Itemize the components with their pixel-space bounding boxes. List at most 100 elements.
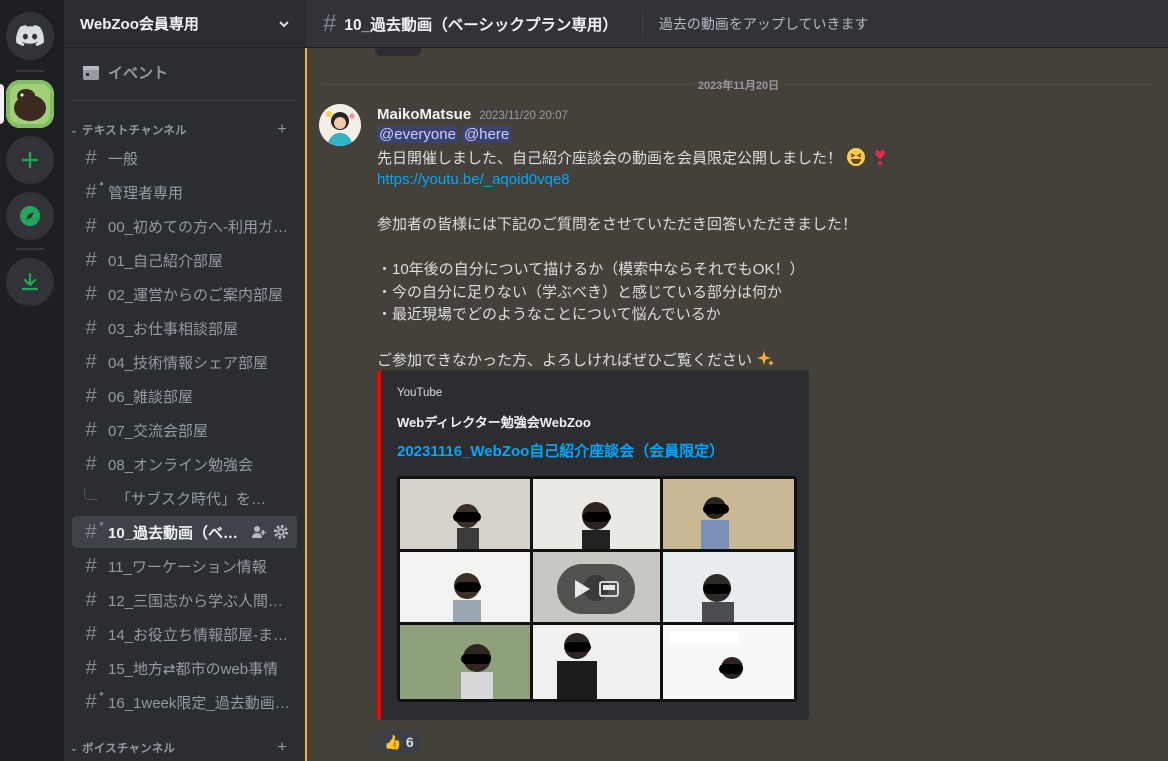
hash-icon: # <box>85 656 97 679</box>
gear-icon[interactable] <box>273 524 289 540</box>
mentions-line: @everyone @here <box>377 124 1137 147</box>
webzoo-server-button[interactable] <box>6 80 54 128</box>
bullet-text: ・最近現場でどのようなことについて悩んでいるか <box>377 306 721 323</box>
locked-hash-icon: # <box>323 9 337 37</box>
channel-item[interactable]: #03_お仕事相談部屋 <box>72 312 297 344</box>
embed-author[interactable]: Webディレクター勉強会WebZoo <box>397 412 591 431</box>
popout-icon <box>599 581 619 597</box>
rail-separator <box>16 70 44 72</box>
bullet-line: ・10年後の自分について描けるか（模索中ならそれでもOK！） <box>377 259 1137 282</box>
events-item[interactable]: イベント <box>72 56 297 88</box>
date-label: 2023年11月20日 <box>693 77 784 93</box>
hash-icon: # <box>85 384 97 407</box>
play-button[interactable] <box>557 564 635 614</box>
create-channel-icon[interactable]: + <box>277 121 287 139</box>
plus-icon <box>21 151 39 169</box>
add-server-button[interactable] <box>6 136 54 184</box>
caret-down-icon: ⌄ <box>70 124 78 135</box>
bullet-line: ・最近現場でどのようなことについて悩んでいるか <box>377 304 1137 327</box>
channel-item[interactable]: #●16_1week限定_過去動画アーカイブ <box>72 686 297 718</box>
date-divider: 2023年11月20日 <box>323 77 1154 93</box>
channel-item[interactable]: # 一般 <box>72 142 297 174</box>
locked-hash-icon: # ● <box>85 518 104 543</box>
reaction-thumbs-up[interactable]: 👍 6 <box>377 730 421 754</box>
play-icon <box>575 580 590 598</box>
channel-label: 01_自己紹介部屋 <box>108 252 224 270</box>
hash-icon: # <box>85 316 97 339</box>
channel-item[interactable]: #12_三国志から学ぶ人間関係 <box>72 584 297 616</box>
channel-item-active[interactable]: #● 10_過去動画（ベーシックプラン専用） <box>72 516 297 548</box>
avatar[interactable] <box>319 104 361 146</box>
explore-servers-button[interactable] <box>6 192 54 240</box>
channel-item[interactable]: #02_運営からのご案内部屋 <box>72 278 297 310</box>
previous-reaction[interactable] <box>375 48 421 56</box>
download-icon <box>21 272 39 291</box>
message-text: 先日開催しました、自己紹介座談会の動画を会員限定公開しました！ <box>377 149 843 167</box>
download-apps-button[interactable] <box>6 258 54 306</box>
channel-label: 12_三国志から学ぶ人間関係 <box>108 592 293 610</box>
channel-item[interactable]: #06_雑談部屋 <box>72 380 297 412</box>
channel-item[interactable]: #01_自己紹介部屋 <box>72 244 297 276</box>
exclamation-heart-emoji-icon <box>875 149 886 165</box>
server-header[interactable]: WebZoo会員専用 <box>64 0 305 48</box>
channel-item[interactable]: #14_お役立ち情報部屋-まとめ <box>72 618 297 650</box>
mention-here[interactable]: @here <box>461 126 512 143</box>
channel-item[interactable]: #00_初めての方へ-利用ガイド <box>72 210 297 242</box>
hash-icon: # <box>85 452 97 475</box>
channel-label: 06_雑談部屋 <box>108 388 194 406</box>
channel-item[interactable]: #04_技術情報シェア部屋 <box>72 346 297 378</box>
hash-icon: # <box>85 214 97 237</box>
user-avatar-image <box>319 104 361 146</box>
message-text: 参加者の皆様には下記のご質問をさせていただき回答いただきました！ <box>377 216 858 233</box>
hash-icon: # <box>85 554 97 577</box>
youtube-link[interactable]: https://youtu.be/_aqoid0vqe8 <box>377 171 570 188</box>
channel-label: 16_1week限定_過去動画アーカイブ <box>108 694 293 712</box>
events-label: イベント <box>108 64 169 82</box>
bullet-line: ・今の自分に足りない（学ぶべき）と感じている部分は何か <box>377 282 1137 305</box>
thread-item[interactable]: 「サブスク時代」を戦い抜く <box>72 482 297 514</box>
grinning-squint-emoji-icon <box>847 147 866 166</box>
message-list[interactable]: 2023年11月20日 MaikoMatsue 2023/11/20 20:07… <box>305 48 1168 761</box>
create-channel-icon[interactable]: + <box>277 739 287 757</box>
calendar-icon <box>83 66 99 80</box>
channel-label: 11_ワーケーション情報 <box>108 558 267 576</box>
chevron-down-icon <box>279 20 289 27</box>
mention-everyone[interactable]: @everyone <box>377 126 458 143</box>
channel-label: 10_過去動画（ベーシックプラン専用） <box>108 524 248 542</box>
bullet-text: ・10年後の自分について描けるか（模索中ならそれでもOK！） <box>377 261 805 278</box>
sparkles-emoji-icon <box>757 351 775 366</box>
embed-title[interactable]: 20231116_WebZoo自己紹介座談会（会員限定） <box>397 440 724 461</box>
message-line: 参加者の皆様には下記のご質問をさせていただき回答いただきました！ <box>377 214 1137 237</box>
channel-label: 一般 <box>108 150 139 168</box>
hash-icon: # <box>85 350 97 373</box>
channel-item[interactable]: #08_オンライン勉強会 <box>72 448 297 480</box>
hash-icon: # <box>85 146 97 169</box>
video-thumbnail[interactable] <box>397 476 797 702</box>
message-line: ご参加できなかった方、よろしければぜひご覧ください <box>377 349 1137 372</box>
message-author[interactable]: MaikoMatsue <box>377 106 471 123</box>
bullet-text: ・今の自分に足りない（学ぶべき）と感じている部分は何か <box>377 283 783 301</box>
channel-item[interactable]: # ● 管理者専用 <box>72 176 297 208</box>
channel-label: 15_地方⇄都市のweb事情 <box>108 660 279 678</box>
category-label: テキストチャンネル <box>82 125 187 137</box>
channel-label: 管理者専用 <box>108 184 184 202</box>
locked-hash-icon: # ● <box>85 178 104 203</box>
server-rail <box>0 0 64 761</box>
discord-home-button[interactable] <box>6 12 54 60</box>
thread-branch-icon <box>84 488 98 500</box>
channel-label: 04_技術情報シェア部屋 <box>108 354 269 372</box>
channel-item[interactable]: #15_地方⇄都市のweb事情 <box>72 652 297 684</box>
header-divider <box>641 11 643 36</box>
channel-topic[interactable]: 過去の動画をアップしていきます <box>659 14 869 34</box>
category-text-channels[interactable]: ⌄ テキストチャンネル + <box>64 118 305 142</box>
invite-member-icon[interactable] <box>251 524 267 540</box>
embed-provider[interactable]: YouTube <box>397 387 442 399</box>
caret-down-icon: ⌄ <box>70 742 78 753</box>
category-voice-channels[interactable]: ⌄ ボイスチャンネル + <box>64 736 305 760</box>
channel-item[interactable]: #11_ワーケーション情報 <box>72 550 297 582</box>
channel-label: 08_オンライン勉強会 <box>108 456 254 474</box>
channel-item[interactable]: #07_交流会部屋 <box>72 414 297 446</box>
